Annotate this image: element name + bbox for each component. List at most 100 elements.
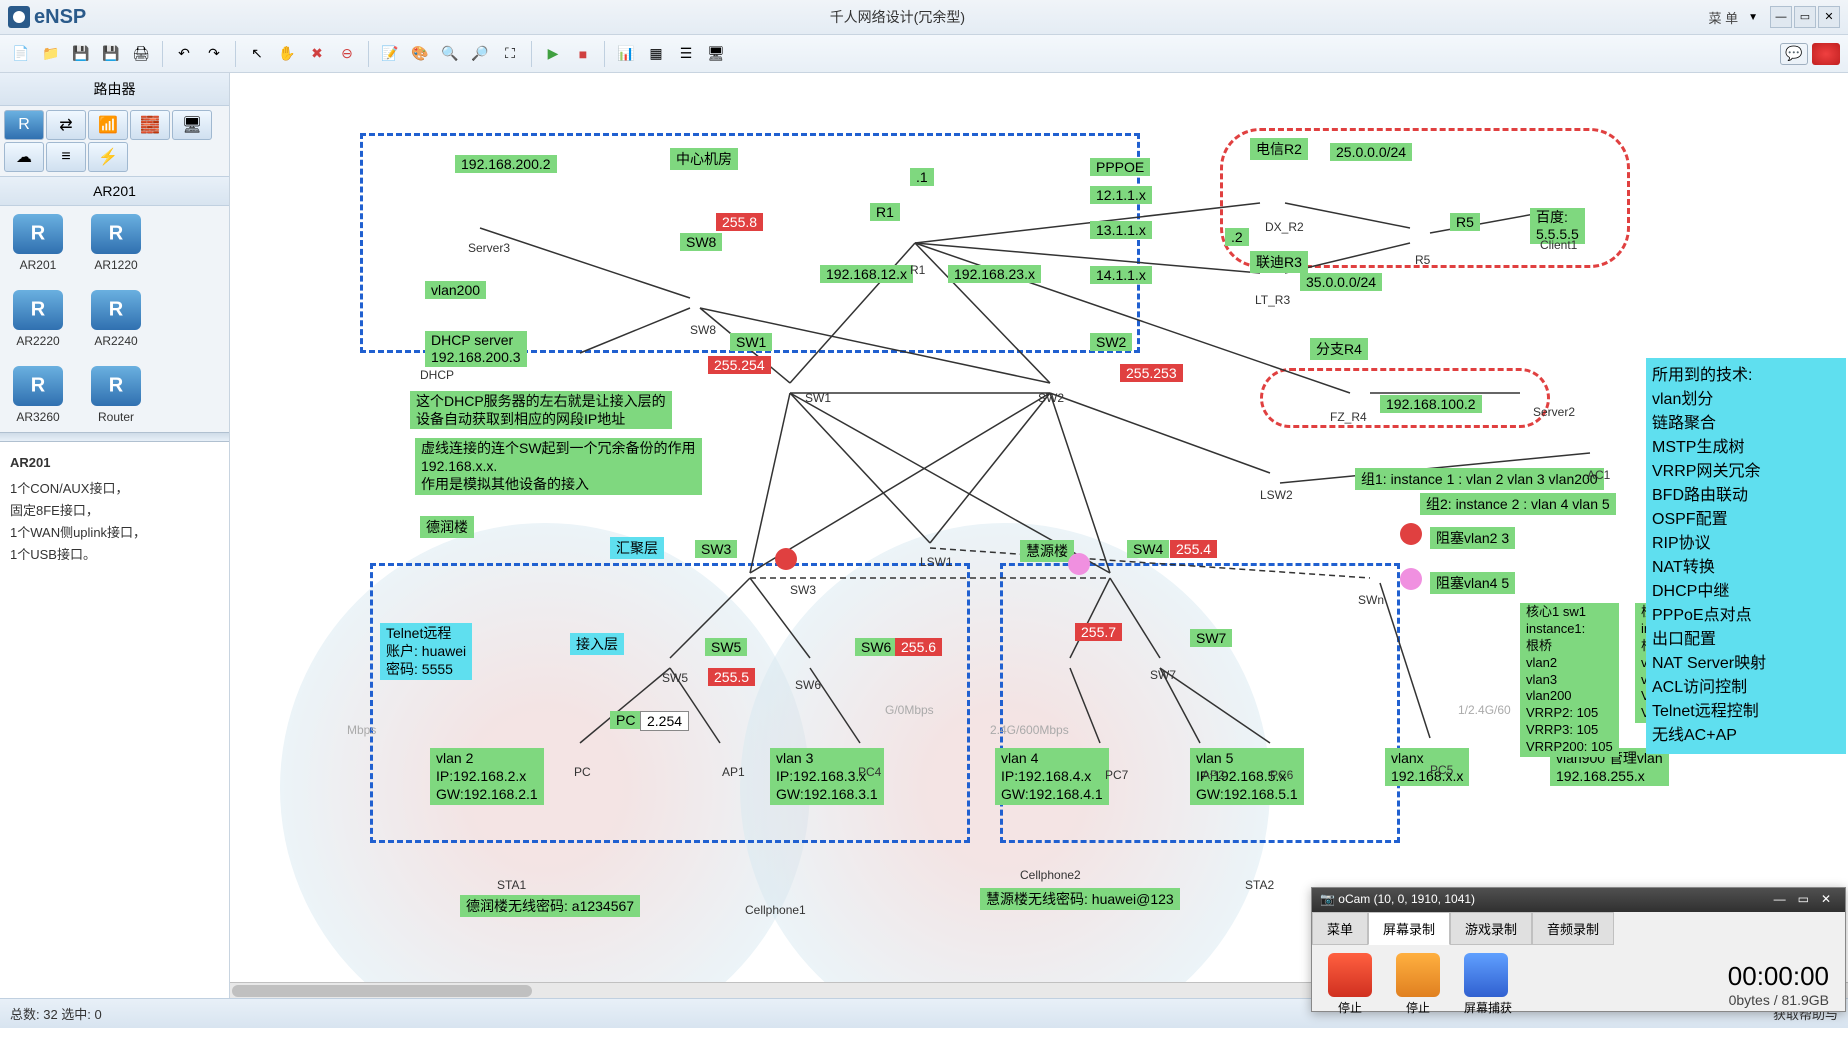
dot-red-sw3 bbox=[775, 548, 797, 570]
label-dot2: .2 bbox=[1225, 228, 1249, 246]
saveas-icon[interactable]: 💾 bbox=[98, 41, 124, 67]
label-agg: 汇聚层 bbox=[610, 537, 664, 559]
minimize-button[interactable]: — bbox=[1770, 6, 1792, 28]
label-note2: 虚线连接的连个SW起到一个冗余备份的作用 192.168.x.x. 作用是模拟其… bbox=[415, 438, 702, 495]
label-sw4: SW4 bbox=[1127, 540, 1169, 558]
logo-icon bbox=[8, 6, 30, 28]
topology-canvas[interactable]: 中心机房 PPPOE R1 .1 .2 电信R2 联迪R3 25.0.0.0/2… bbox=[230, 73, 1848, 998]
ocam-min-icon[interactable]: — bbox=[1774, 892, 1786, 906]
label-note1: 这个DHCP服务器的左右就是让接入层的 设备自动获取到相应的网段IP地址 bbox=[410, 391, 672, 429]
close-button[interactable]: ✕ bbox=[1818, 6, 1840, 28]
switch-category-icon[interactable]: ⇄ bbox=[46, 110, 86, 140]
palette-icon[interactable]: 🎨 bbox=[407, 41, 433, 67]
redo-icon[interactable]: ↷ bbox=[201, 41, 227, 67]
title-bar: eNSP 千人网络设计(冗余型) 菜 单 ▼ — ▭ ✕ bbox=[0, 0, 1848, 35]
label-2555: 255.5 bbox=[708, 668, 755, 686]
list-icon[interactable]: ☰ bbox=[673, 41, 699, 67]
label-2557: 255.7 bbox=[1075, 623, 1122, 641]
label-ip2002: 192.168.200.2 bbox=[455, 155, 557, 173]
ocam-capture-button[interactable]: 屏幕捕获 bbox=[1464, 953, 1512, 1016]
label-vlan200: vlan200 bbox=[425, 281, 486, 299]
ocam-tab-game[interactable]: 游戏录制 bbox=[1450, 912, 1532, 945]
pointer-icon[interactable]: ↖ bbox=[244, 41, 270, 67]
app-name: eNSP bbox=[34, 6, 86, 29]
custom-category-icon[interactable]: ⚡ bbox=[88, 142, 128, 172]
label-r1: R1 bbox=[870, 203, 900, 221]
text-icon[interactable]: 📝 bbox=[377, 41, 403, 67]
cloud-category-icon[interactable]: ☁ bbox=[4, 142, 44, 172]
panel-routers-header: 路由器 bbox=[0, 73, 229, 106]
device-ar2220[interactable]: AR2220 bbox=[8, 290, 68, 348]
ocam-max-icon[interactable]: ▭ bbox=[1798, 892, 1809, 906]
ocam-window[interactable]: 📷 oCam (10, 0, 1910, 1041) —▭✕ 菜单 屏幕录制 游… bbox=[1311, 887, 1846, 1012]
huawei-logo-icon bbox=[1812, 43, 1840, 65]
print-icon[interactable]: 🖨 bbox=[128, 41, 154, 67]
app-logo: eNSP bbox=[8, 6, 86, 29]
remove-icon[interactable]: ⊖ bbox=[334, 41, 360, 67]
label-ip1002: 192.168.100.2 bbox=[1380, 395, 1482, 413]
ocam-tab-audio[interactable]: 音频录制 bbox=[1532, 912, 1614, 945]
label-sw7: SW7 bbox=[1190, 629, 1232, 647]
pc-category-icon[interactable]: 🖥 bbox=[172, 110, 212, 140]
label-255254: 255.254 bbox=[708, 356, 771, 374]
ocam-close-icon[interactable]: ✕ bbox=[1821, 892, 1831, 906]
message-icon[interactable]: 💬 bbox=[1780, 43, 1808, 65]
screen-icon[interactable]: 🖥 bbox=[703, 41, 729, 67]
ocam-size: 0bytes / 81.9GB bbox=[1536, 992, 1829, 1008]
ocam-tab-screen[interactable]: 屏幕录制 bbox=[1368, 912, 1450, 945]
label-vlan4: vlan 4 IP:192.168.4.x GW:192.168.4.1 bbox=[995, 748, 1109, 805]
maximize-button[interactable]: ▭ bbox=[1794, 6, 1816, 28]
device-ar2240[interactable]: AR2240 bbox=[86, 290, 146, 348]
label-block45: 阻塞vlan4 5 bbox=[1430, 572, 1515, 594]
label-wifi1: 德润楼无线密码: a1234567 bbox=[460, 895, 640, 917]
device-ar201[interactable]: AR201 bbox=[8, 214, 68, 272]
fit-icon[interactable]: ⛶ bbox=[497, 41, 523, 67]
label-dot1: .1 bbox=[910, 168, 934, 186]
label-2558: 255.8 bbox=[716, 213, 763, 231]
ocam-stop-button[interactable]: 停止 bbox=[1328, 953, 1372, 1016]
open-icon[interactable]: 📁 bbox=[38, 41, 64, 67]
label-ltr3: 联迪R3 bbox=[1250, 251, 1308, 273]
ocam-timer: 00:00:00 bbox=[1536, 961, 1829, 992]
undo-icon[interactable]: ↶ bbox=[171, 41, 197, 67]
label-center-room: 中心机房 bbox=[670, 148, 738, 170]
label-fenzhi: 分支R4 bbox=[1310, 338, 1368, 360]
stop-icon[interactable]: ■ bbox=[570, 41, 596, 67]
wlan-category-icon[interactable]: 📶 bbox=[88, 110, 128, 140]
save-icon[interactable]: 💾 bbox=[68, 41, 94, 67]
grid-icon[interactable]: ▦ bbox=[643, 41, 669, 67]
label-sw6: SW6 bbox=[855, 638, 897, 656]
zoomout-icon[interactable]: 🔎 bbox=[467, 41, 493, 67]
category-icons: R ⇄ 📶 🧱 🖥 ☁ ≡ ⚡ bbox=[0, 106, 229, 177]
label-ip23x: 192.168.23.x bbox=[948, 265, 1041, 283]
label-inst2: 组2: instance 2 : vlan 4 vlan 5 bbox=[1420, 493, 1616, 515]
label-building2: 慧源楼 bbox=[1020, 540, 1074, 562]
label-2556: 255.6 bbox=[895, 638, 942, 656]
device-ar1220[interactable]: AR1220 bbox=[86, 214, 146, 272]
link-category-icon[interactable]: ≡ bbox=[46, 142, 86, 172]
menu-dropdown[interactable]: 菜 单 bbox=[1708, 8, 1738, 27]
device-ar3260[interactable]: AR3260 bbox=[8, 366, 68, 424]
ocam-titlebar[interactable]: 📷 oCam (10, 0, 1910, 1041) —▭✕ bbox=[1312, 888, 1845, 912]
new-icon[interactable]: 📄 bbox=[8, 41, 34, 67]
window-title: 千人网络设计(冗余型) bbox=[86, 7, 1708, 27]
label-core1: 核心1 sw1 instance1: 根桥 vlan2 vlan3 vlan20… bbox=[1520, 603, 1619, 757]
label-acc: 接入层 bbox=[570, 633, 624, 655]
firewall-category-icon[interactable]: 🧱 bbox=[130, 110, 170, 140]
pan-icon[interactable]: ✋ bbox=[274, 41, 300, 67]
device-info-panel: AR201 1个CON/AUX接口， 固定8FE接口， 1个WAN侧uplink… bbox=[0, 442, 229, 998]
zoomin-icon[interactable]: 🔍 bbox=[437, 41, 463, 67]
info-title: AR201 bbox=[10, 452, 219, 474]
start-icon[interactable]: ▶ bbox=[540, 41, 566, 67]
ocam-tab-menu[interactable]: 菜单 bbox=[1312, 912, 1368, 945]
label-ip12x: 192.168.12.x bbox=[820, 265, 913, 283]
router-category-icon[interactable]: R bbox=[4, 110, 44, 140]
toolbar: 📄 📁 💾 💾 🖨 ↶ ↷ ↖ ✋ ✖ ⊖ 📝 🎨 🔍 🔎 ⛶ ▶ ■ 📊 ▦ … bbox=[0, 35, 1848, 73]
ocam-pause-button[interactable]: 停止 bbox=[1396, 953, 1440, 1016]
device-list: AR201 AR1220 AR2220 AR2240 AR3260 Router bbox=[0, 206, 229, 432]
dot-red-legend bbox=[1400, 523, 1422, 545]
capture-icon[interactable]: 📊 bbox=[613, 41, 639, 67]
label-sw3: SW3 bbox=[695, 540, 737, 558]
device-router[interactable]: Router bbox=[86, 366, 146, 424]
delete-icon[interactable]: ✖ bbox=[304, 41, 330, 67]
